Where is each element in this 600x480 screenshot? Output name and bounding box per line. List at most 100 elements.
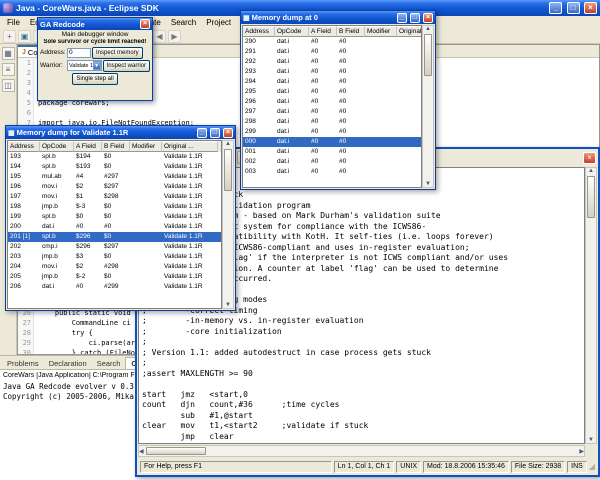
toolbar-icon[interactable]: ▶: [168, 29, 181, 43]
table-row[interactable]: 194 spl.b $193 $0 Validate 1.1R: [8, 162, 221, 172]
titlebar[interactable]: ▦ Memory dump at 0 _ □ ×: [241, 11, 435, 24]
scrollbar-thumb[interactable]: [424, 34, 432, 76]
table-row[interactable]: 203 jmp.b $3 $0 Validate 1.1R: [8, 252, 221, 262]
table-row[interactable]: 193 spl.b $194 $0 Validate 1.1R: [8, 152, 221, 162]
table-row[interactable]: 290 dat.i #0 #0: [243, 37, 421, 47]
cell-afield: $2: [76, 183, 84, 190]
table-row[interactable]: 001 dat.i #0 #0: [243, 147, 421, 157]
table-row[interactable]: 296 dat.i #0 #0: [243, 97, 421, 107]
close-button[interactable]: ×: [140, 19, 150, 29]
inspect-memory-button[interactable]: Inspect memory: [92, 46, 143, 59]
column-header[interactable]: A Field: [74, 141, 102, 152]
menu-item[interactable]: File: [2, 18, 25, 27]
toolbar-icon[interactable]: ▣: [18, 29, 31, 43]
minimize-button[interactable]: _: [549, 2, 563, 14]
minimize-button[interactable]: _: [196, 128, 207, 138]
cell-opcode: dat.i: [277, 118, 290, 125]
textpad-close-button[interactable]: ×: [583, 151, 596, 164]
scroll-down-icon[interactable]: ▼: [425, 181, 431, 187]
cell-opcode: dat.i: [277, 158, 290, 165]
horizontal-scrollbar[interactable]: ◀ ▶: [138, 445, 585, 457]
maximize-button[interactable]: □: [566, 2, 580, 14]
cell-original: [397, 157, 421, 167]
column-header[interactable]: Modifier: [130, 141, 162, 152]
close-button[interactable]: ×: [423, 13, 433, 23]
column-header[interactable]: OpCode: [40, 141, 74, 152]
table-row[interactable]: 196 mov.i $2 $297 Validate 1.1R: [8, 182, 221, 192]
resize-grip-icon[interactable]: ◢: [589, 462, 595, 471]
menu-item[interactable]: Search: [166, 18, 201, 27]
table-row[interactable]: 197 mov.i $1 $298 Validate 1.1R: [8, 192, 221, 202]
column-header[interactable]: Original W...: [397, 26, 421, 37]
table-row[interactable]: 299 dat.i #0 #0: [243, 127, 421, 137]
table-row[interactable]: 294 dat.i #0 #0: [243, 77, 421, 87]
status-filesize: File Size: 2938: [510, 460, 566, 473]
table-row[interactable]: 298 dat.i #0 #0: [243, 117, 421, 127]
table-row[interactable]: 297 dat.i #0 #0: [243, 107, 421, 117]
view-icon[interactable]: ≡: [1, 63, 15, 76]
table-row[interactable]: 204 mov.i $2 #298 Validate 1.1R: [8, 262, 221, 272]
table-row[interactable]: 002 dat.i #0 #0: [243, 157, 421, 167]
scroll-down-icon[interactable]: ▼: [588, 437, 594, 443]
toolbar-icon[interactable]: +: [3, 29, 16, 43]
cell-address: 293: [245, 68, 256, 75]
scroll-up-icon[interactable]: ▲: [588, 168, 594, 174]
column-header[interactable]: A Field: [309, 26, 337, 37]
vertical-scrollbar[interactable]: ▲ ▼: [422, 25, 434, 188]
cell-address: 203: [10, 253, 21, 260]
maximize-button[interactable]: □: [209, 128, 220, 138]
table-row[interactable]: 201 [1] spl.b $296 $0 Validate 1.1R: [8, 232, 221, 242]
view-icon[interactable]: ▦: [1, 47, 15, 60]
minimize-button[interactable]: _: [396, 13, 407, 23]
vertical-scrollbar[interactable]: ▲ ▼: [585, 167, 597, 444]
console-tab[interactable]: Declaration: [44, 358, 92, 369]
column-header[interactable]: Modifier: [365, 26, 397, 37]
table-row[interactable]: 199 spl.b $0 $0 Validate 1.1R: [8, 212, 221, 222]
toolbar-icon[interactable]: ◀: [153, 29, 166, 43]
table-row[interactable]: 205 jmp.b $-2 $0 Validate 1.1R: [8, 272, 221, 282]
column-header[interactable]: OpCode: [275, 26, 309, 37]
vertical-scrollbar[interactable]: ▲ ▼: [222, 140, 234, 309]
scroll-down-icon[interactable]: ▼: [225, 302, 231, 308]
column-header[interactable]: Address: [243, 26, 275, 37]
scrollbar-thumb[interactable]: [145, 447, 206, 455]
column-header[interactable]: Original ...: [162, 141, 218, 152]
column-header[interactable]: Address: [8, 141, 40, 152]
titlebar[interactable]: ▦ Memory dump for Validate 1.1R _ □ ×: [6, 126, 235, 139]
close-button[interactable]: ×: [584, 2, 597, 14]
table-row[interactable]: 202 cmp.i $296 $297 Validate 1.1R: [8, 242, 221, 252]
scroll-up-icon[interactable]: ▲: [225, 141, 231, 147]
table-row[interactable]: 198 jmp.b $-3 $0 Validate 1.1R: [8, 202, 221, 212]
table-row[interactable]: 295 dat.i #0 #0: [243, 87, 421, 97]
column-header[interactable]: B Field: [102, 141, 130, 152]
cell-modifier: [130, 202, 162, 212]
close-button[interactable]: ×: [223, 128, 233, 138]
menu-item[interactable]: Project: [201, 18, 236, 27]
view-icon[interactable]: ◫: [1, 79, 15, 92]
table-row[interactable]: 292 dat.i #0 #0: [243, 57, 421, 67]
maximize-button[interactable]: □: [409, 13, 420, 23]
scroll-up-icon[interactable]: ▲: [425, 26, 431, 32]
address-input[interactable]: [67, 47, 91, 58]
console-tab[interactable]: Problems: [2, 358, 44, 369]
column-header[interactable]: B Field: [337, 26, 365, 37]
scroll-left-icon[interactable]: ◀: [139, 448, 144, 455]
table-row[interactable]: 003 dat.i #0 #0: [243, 167, 421, 177]
cell-modifier: [130, 212, 162, 222]
table-row[interactable]: 206 dat.i #0 #299 Validate 1.1R: [8, 282, 221, 292]
inspect-warrior-button[interactable]: Inspect warrior: [102, 59, 150, 72]
scrollbar-thumb[interactable]: [224, 149, 232, 191]
line-number: 5: [18, 98, 34, 108]
single-step-button[interactable]: Single step all: [72, 72, 118, 85]
console-tab[interactable]: Search: [92, 358, 126, 369]
warrior-select[interactable]: Validate 1.1R ▼: [67, 60, 102, 71]
titlebar[interactable]: GA Redcode ×: [38, 18, 152, 30]
scrollbar-thumb[interactable]: [587, 176, 595, 218]
table-row[interactable]: 195 mul.ab #4 #297 Validate 1.1R: [8, 172, 221, 182]
table-row[interactable]: 291 dat.i #0 #0: [243, 47, 421, 57]
table-row[interactable]: 000 dat.i #0 #0: [243, 137, 421, 147]
scroll-right-icon[interactable]: ▶: [579, 448, 584, 455]
table-row[interactable]: 200 dat.i #0 #0 Validate 1.1R: [8, 222, 221, 232]
table-row[interactable]: 293 dat.i #0 #0: [243, 67, 421, 77]
cell-opcode: dat.i: [277, 48, 290, 55]
